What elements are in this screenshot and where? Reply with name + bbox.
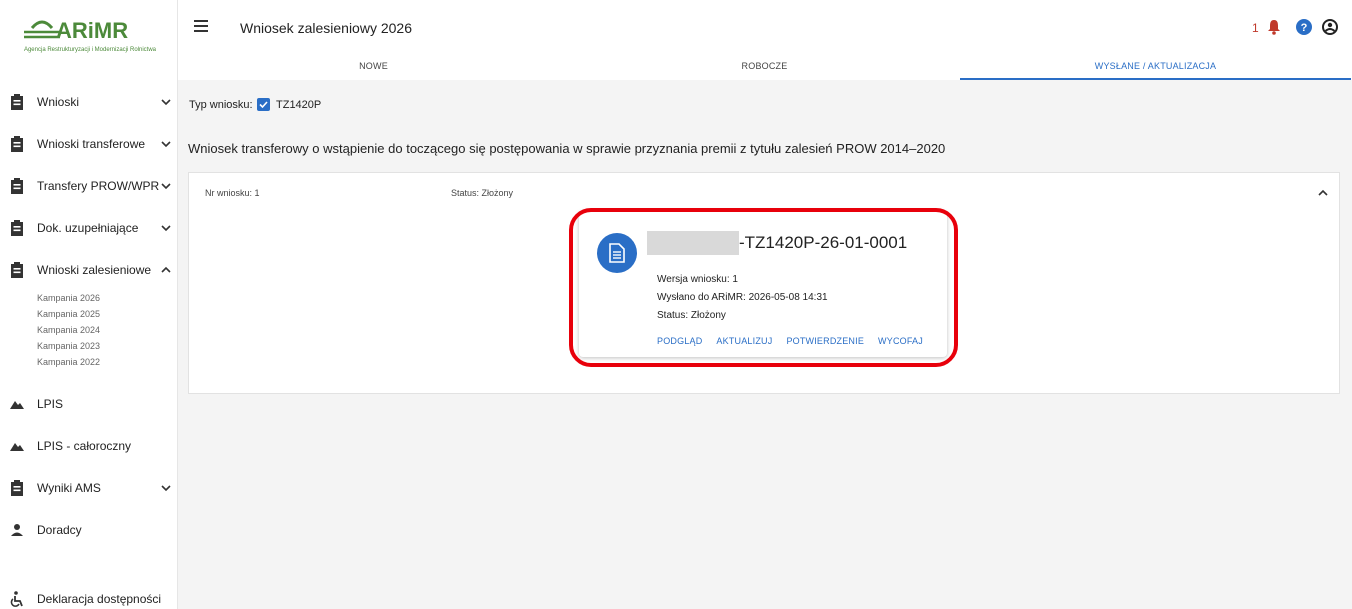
sidebar-item-label: Wnioski transferowe (37, 137, 146, 151)
application-panel: Nr wniosku: 1 Status: Złożony -TZ1420P-2… (188, 172, 1340, 394)
arimr-logo[interactable]: ARiMR Agencja Restrukturyzacji i Moderni… (20, 12, 160, 62)
clipboard-icon (11, 262, 23, 278)
tab-bar: NOWE ROBOCZE WYSŁANE / AKTUALIZACJA (178, 52, 1352, 80)
sidebar-item-wnioski-transferowe[interactable]: Wnioski transferowe (0, 133, 178, 155)
potwierdzenie-link[interactable]: POTWIERDZENIE (786, 336, 864, 346)
sidebar-subitem-kampania-2023[interactable]: Kampania 2023 (37, 341, 100, 351)
sidebar-item-wyniki-ams[interactable]: Wyniki AMS (0, 477, 178, 499)
user-account-icon[interactable] (1322, 19, 1338, 35)
clipboard-icon (11, 220, 23, 236)
accessibility-icon (10, 591, 23, 607)
sidebar-item-lpis-caloroczny[interactable]: LPIS - całoroczny (0, 435, 178, 457)
type-label: Typ wniosku: (189, 99, 253, 111)
sidebar-subitem-kampania-2026[interactable]: Kampania 2026 (37, 293, 100, 303)
sidebar-item-label: Wnioski (37, 95, 80, 109)
sidebar-subitem-kampania-2025[interactable]: Kampania 2025 (37, 309, 100, 319)
type-checkbox[interactable] (257, 98, 270, 111)
clipboard-icon (11, 480, 23, 496)
person-icon (11, 524, 23, 536)
application-card: -TZ1420P-26-01-0001 Wersja wniosku: 1 Wy… (579, 211, 947, 357)
card-actions: PODGLĄD AKTUALIZUJ POTWIERDZENIE WYCOFAJ (657, 336, 937, 346)
terrain-icon (10, 443, 24, 451)
application-sent-date: Wysłano do ARiMR: 2026-05-08 14:31 (657, 292, 828, 303)
chevron-up-icon (161, 266, 171, 273)
svg-text:?: ? (1301, 22, 1308, 34)
page-title: Wniosek zalesieniowy 2026 (240, 20, 412, 36)
sidebar-subitem-kampania-2022[interactable]: Kampania 2022 (37, 357, 100, 367)
document-icon (597, 233, 637, 273)
sidebar-item-deklaracja-dostepnosci[interactable]: Deklaracja dostępności (0, 588, 178, 609)
help-icon[interactable]: ? (1296, 19, 1312, 35)
app-root: ARiMR Agencja Restrukturyzacji i Moderni… (0, 0, 1352, 609)
sidebar-item-label: LPIS (37, 397, 64, 411)
bell-icon[interactable] (1267, 19, 1281, 35)
sidebar-item-dok-uzupelniajace[interactable]: Dok. uzupełniające (0, 217, 178, 239)
sidebar-item-label: Deklaracja dostępności (37, 592, 162, 606)
clipboard-icon (11, 94, 23, 110)
sidebar: ARiMR Agencja Restrukturyzacji i Moderni… (0, 0, 178, 609)
wycofaj-link[interactable]: WYCOFAJ (878, 336, 923, 346)
chevron-down-icon (161, 225, 171, 232)
sidebar-item-wnioski-zalesieniowe[interactable]: Wnioski zalesieniowe (0, 259, 178, 281)
application-status: Status: Złożony (657, 310, 726, 321)
chevron-up-icon[interactable] (1317, 187, 1329, 199)
aktualizuj-link[interactable]: AKTUALIZUJ (716, 336, 772, 346)
redacted-number-prefix (647, 231, 739, 255)
clipboard-icon (11, 136, 23, 152)
chevron-down-icon (161, 99, 171, 106)
sidebar-item-lpis[interactable]: LPIS (0, 393, 178, 415)
chevron-down-icon (161, 141, 171, 148)
main-content: Typ wniosku: TZ1420P Wniosek transferowy… (178, 80, 1352, 609)
type-value: TZ1420P (276, 99, 322, 111)
application-description: Wniosek transferowy o wstąpienie do tocz… (188, 141, 946, 156)
sidebar-item-transfery[interactable]: Transfery PROW/WPR (0, 175, 178, 197)
application-version: Wersja wniosku: 1 (657, 274, 738, 285)
sidebar-item-wnioski[interactable]: Wnioski (0, 91, 178, 113)
logo-subtitle: Agencja Restrukturyzacji i Modernizacji … (23, 47, 157, 53)
sidebar-item-label: Dok. uzupełniające (37, 221, 139, 235)
sidebar-item-doradcy[interactable]: Doradcy (0, 519, 178, 541)
sidebar-item-label: Wyniki AMS (37, 481, 101, 495)
sidebar-item-label: Transfery PROW/WPR (37, 179, 160, 193)
sidebar-subitem-kampania-2024[interactable]: Kampania 2024 (37, 325, 100, 335)
application-status-label: Status: Złożony (451, 188, 514, 198)
menu-icon[interactable] (194, 20, 208, 32)
chevron-down-icon (161, 183, 171, 190)
application-number: -TZ1420P-26-01-0001 (739, 233, 908, 252)
sidebar-item-label: Doradcy (37, 523, 82, 537)
sidebar-item-label: Wnioski zalesieniowe (37, 263, 152, 277)
terrain-icon (10, 401, 24, 409)
application-number-label: Nr wniosku: 1 (205, 188, 260, 198)
clipboard-icon (11, 178, 23, 194)
check-icon (259, 101, 268, 109)
sidebar-item-label: LPIS - całoroczny (37, 439, 132, 453)
tab-wyslane-aktualizacja[interactable]: WYSŁANE / AKTUALIZACJA (960, 52, 1351, 80)
notification-count: 1 (1252, 21, 1259, 35)
chevron-down-icon (161, 485, 171, 492)
tab-nowe[interactable]: NOWE (178, 52, 569, 80)
svg-text:ARiMR: ARiMR (56, 18, 128, 43)
podglad-link[interactable]: PODGLĄD (657, 336, 702, 346)
tab-robocze[interactable]: ROBOCZE (569, 52, 960, 80)
